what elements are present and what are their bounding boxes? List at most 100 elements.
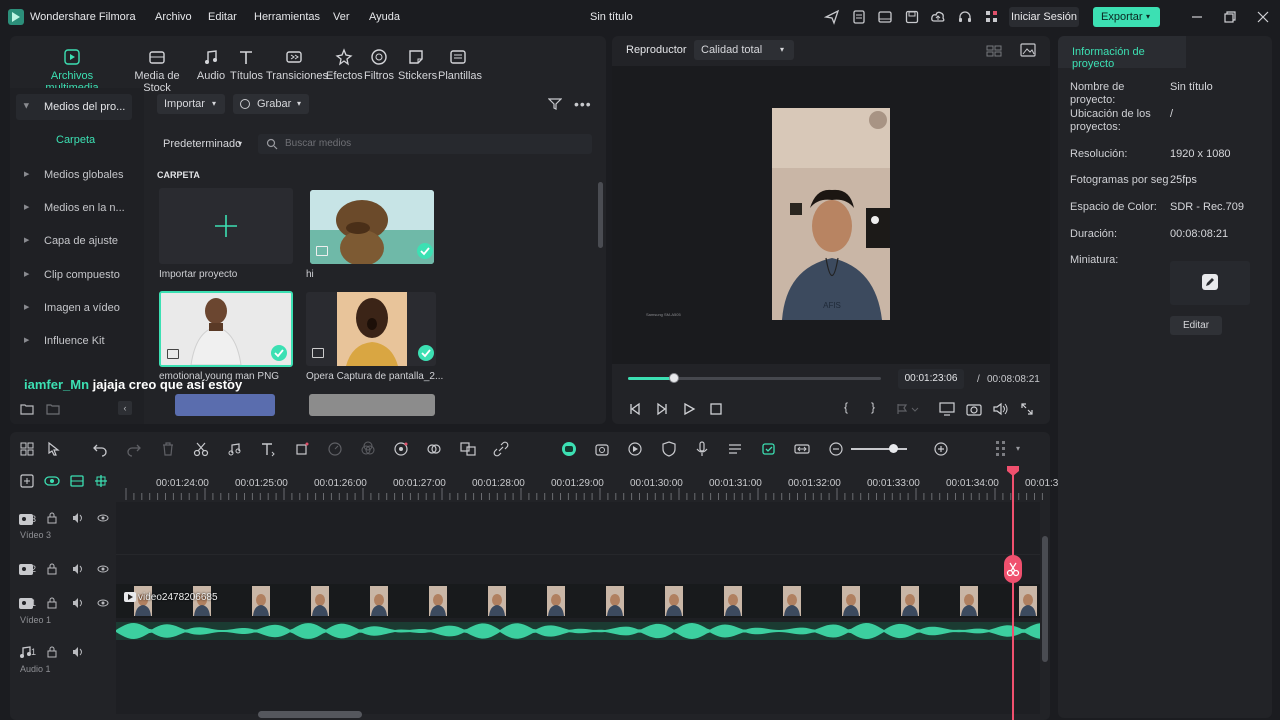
- media-thumb-hi[interactable]: [310, 190, 434, 264]
- mask-icon[interactable]: [426, 441, 442, 457]
- collapse-sidebar-icon[interactable]: ‹: [118, 401, 132, 415]
- layout-grid-icon[interactable]: [19, 441, 35, 457]
- speed-icon[interactable]: [327, 441, 343, 457]
- quality-dropdown[interactable]: Calidad total ▾: [694, 40, 794, 60]
- previous-frame-icon[interactable]: [628, 402, 642, 416]
- display-icon[interactable]: [939, 402, 955, 416]
- export-button[interactable]: Exportar ▾: [1093, 7, 1160, 27]
- send-icon[interactable]: [824, 9, 840, 25]
- menu-editar[interactable]: Editar: [208, 11, 237, 23]
- menu-herramientas[interactable]: Herramientas: [254, 11, 320, 23]
- timeline-horizontal-scrollbar[interactable]: [258, 711, 362, 718]
- headset-icon[interactable]: [957, 9, 973, 25]
- eye-icon[interactable]: [97, 597, 109, 609]
- translate-icon[interactable]: [460, 441, 476, 457]
- track-area[interactable]: video2478206685: [116, 502, 1040, 714]
- lock-icon[interactable]: [46, 563, 58, 575]
- login-button[interactable]: Iniciar Sesión: [1009, 7, 1079, 27]
- split-scissors-icon[interactable]: [1004, 555, 1022, 583]
- sidebar-folder[interactable]: Carpeta: [56, 134, 95, 146]
- link-tracks-icon[interactable]: [44, 474, 60, 488]
- undo-icon[interactable]: [92, 441, 108, 457]
- sidebar-item-influence-kit[interactable]: ▶ Influence Kit: [16, 328, 132, 354]
- media-thumb-partial[interactable]: [309, 394, 435, 416]
- progress-handle[interactable]: [668, 373, 679, 383]
- zoom-out-icon[interactable]: [828, 441, 844, 457]
- fit-timeline-icon[interactable]: [794, 441, 810, 457]
- camera-icon[interactable]: [966, 402, 982, 416]
- microphone-icon[interactable]: [694, 441, 710, 457]
- smart-cutout-icon[interactable]: [594, 441, 610, 457]
- stop-icon[interactable]: [709, 402, 723, 416]
- current-time[interactable]: 00:01:23:06: [898, 369, 964, 389]
- eye-icon[interactable]: [97, 563, 109, 575]
- volume-icon[interactable]: [993, 402, 1009, 416]
- zoom-in-icon[interactable]: [933, 441, 949, 457]
- speaker-icon[interactable]: [72, 512, 84, 524]
- magnet-icon[interactable]: [70, 474, 84, 488]
- sidebar-item-cloud-media[interactable]: ▶ Medios en la n...: [16, 195, 132, 221]
- save-icon[interactable]: [904, 9, 920, 25]
- media-thumb-partial[interactable]: [175, 394, 275, 416]
- mark-out-icon[interactable]: }: [871, 400, 875, 414]
- more-vertical-icon[interactable]: [995, 440, 1007, 458]
- tab-project-info[interactable]: Información de proyecto: [1058, 36, 1186, 70]
- eye-icon[interactable]: [97, 512, 109, 524]
- snap-icon[interactable]: [94, 474, 108, 488]
- edit-button[interactable]: Editar: [1170, 316, 1222, 335]
- tab-stickers[interactable]: Stickers: [398, 48, 437, 82]
- layout-icon[interactable]: [877, 9, 893, 25]
- playhead[interactable]: [1004, 466, 1022, 720]
- more-options-icon[interactable]: •••: [574, 96, 592, 112]
- zoom-slider[interactable]: [851, 444, 907, 453]
- sidebar-item-compound-clip[interactable]: ▶ Clip compuesto: [16, 262, 132, 288]
- sidebar-item-project-media[interactable]: ▶ Medios del pro...: [16, 94, 132, 120]
- snapshot-view-icon[interactable]: [1020, 43, 1036, 57]
- add-track-icon[interactable]: [20, 474, 34, 488]
- import-project-tile[interactable]: [159, 188, 293, 264]
- restore-icon[interactable]: [1222, 9, 1238, 25]
- tab-efectos[interactable]: Efectos: [326, 48, 363, 82]
- mark-in-icon[interactable]: {: [844, 400, 848, 414]
- color-icon[interactable]: [360, 441, 376, 457]
- select-tool-icon[interactable]: [46, 441, 62, 457]
- audio-detach-icon[interactable]: [226, 441, 242, 457]
- video-2-lane[interactable]: [116, 554, 1040, 582]
- ai-copilot-icon[interactable]: [561, 441, 577, 457]
- cloud-upload-icon[interactable]: [930, 9, 946, 25]
- menu-archivo[interactable]: Archivo: [155, 11, 192, 23]
- sort-dropdown[interactable]: Predeterminado ▾: [157, 134, 247, 154]
- new-folder-icon[interactable]: [20, 402, 34, 416]
- marker-dropdown-icon[interactable]: [896, 402, 920, 416]
- delete-icon[interactable]: [160, 441, 176, 457]
- document-icon[interactable]: [851, 9, 867, 25]
- audio-1-lane[interactable]: [116, 642, 1040, 714]
- tab-titulos[interactable]: Títulos: [230, 48, 263, 82]
- close-icon[interactable]: [1255, 9, 1271, 25]
- video-3-lane[interactable]: [116, 502, 1040, 554]
- shield-icon[interactable]: [661, 441, 677, 457]
- audio-mixer-icon[interactable]: [727, 441, 743, 457]
- audio-waveform-lane[interactable]: [116, 622, 1040, 640]
- filter-sort-icon[interactable]: [548, 97, 562, 111]
- redo-icon[interactable]: [126, 441, 142, 457]
- speaker-icon[interactable]: [72, 646, 84, 658]
- lock-icon[interactable]: [46, 597, 58, 609]
- grid-view-icon[interactable]: [986, 44, 1002, 58]
- import-dropdown[interactable]: Importar ▾: [157, 94, 225, 114]
- sidebar-item-adjustment-layer[interactable]: ▶ Capa de ajuste: [16, 228, 132, 254]
- link-icon[interactable]: [493, 441, 509, 457]
- apps-grid-icon[interactable]: [984, 9, 1000, 25]
- record-dropdown[interactable]: Grabar ▾: [233, 94, 309, 114]
- folder-icon[interactable]: [46, 402, 60, 416]
- zoom-handle[interactable]: [889, 444, 898, 453]
- video-clip[interactable]: video2478206685: [116, 584, 1040, 618]
- video-canvas[interactable]: AFIS Samsung SM-A505: [612, 66, 1050, 364]
- tab-transiciones[interactable]: Transiciones: [266, 48, 328, 82]
- fullscreen-icon[interactable]: [1020, 402, 1034, 416]
- search-input[interactable]: Buscar medios: [258, 134, 592, 154]
- lock-icon[interactable]: [46, 646, 58, 658]
- menu-ver[interactable]: Ver: [333, 11, 350, 23]
- sidebar-item-image-to-video[interactable]: ▶ Imagen a vídeo: [16, 295, 132, 321]
- media-scrollbar[interactable]: [598, 182, 603, 248]
